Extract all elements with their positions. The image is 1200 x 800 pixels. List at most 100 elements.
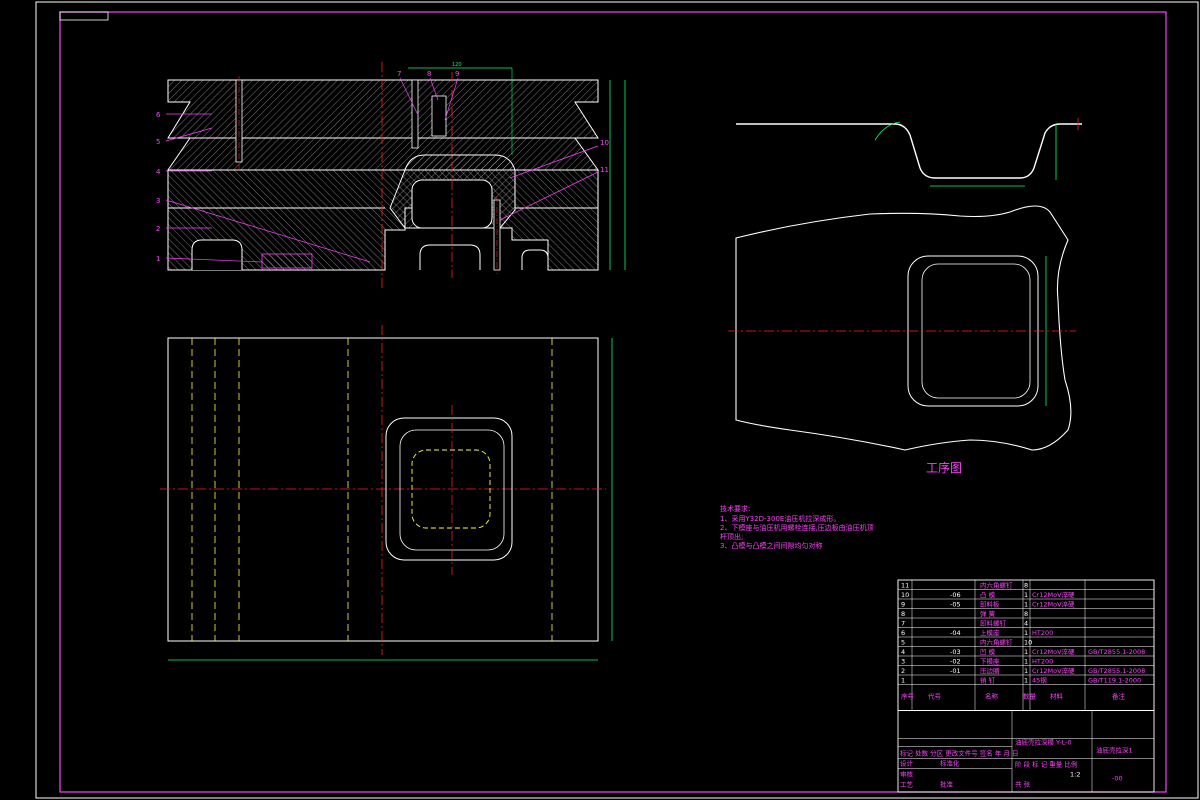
sheet: 共 张 [1015,780,1031,789]
bom-material: Cr12MoV淬硬 [1032,666,1075,675]
bom-header-note: 备注 [1112,692,1126,701]
tech-line-4: 3、凸模与凸模之间间隙均匀对称 [720,541,822,550]
bom-name: 压边圈 [980,667,1000,675]
bom-no: 8 [901,610,905,618]
drawing-no: -00 [1112,775,1123,783]
bom-header-name: 名称 [985,692,999,701]
bom-header-code: 代号 [928,692,942,701]
bom-material: HT200 [1032,658,1053,666]
bom-no: 10 [901,591,909,599]
bom-qty: 1 [1024,658,1028,666]
bom-code: -06 [950,591,961,599]
std-label: 标准化 [940,759,960,768]
bom-qty: 1 [1024,667,1028,675]
bom-code: -01 [950,667,961,675]
profile-curve [736,123,1082,179]
bom-no: 11 [901,582,909,590]
bom-no: 3 [901,658,905,666]
bom-qty: 1 [1024,677,1028,685]
bom-code: -03 [950,648,961,656]
tech-title: 技术要求: [720,504,750,513]
label-2: 2 [156,225,160,233]
blank-outline [735,205,1072,451]
bom-material: Cr12MoV淬硬 [1032,647,1075,656]
bom-material: 45钢 [1032,677,1047,685]
cad-drawing-canvas: 120 6 5 4 3 2 1 7 8 9 10 11 工序图 技术要求: 1、… [35,1,1199,799]
bom-code: -05 [950,601,961,609]
tech-line-2: 2、下模座与油压机用螺栓连接,压边板由油压机顶 [720,523,874,532]
bom-note: GB/T2855.1-2008 [1088,648,1145,656]
scale: 1:2 [1070,771,1080,779]
bom-name: 卸料板 [980,600,1000,609]
drawing-title: 油底壳拉深1 [1096,746,1133,755]
bom-qty: 4 [1024,620,1028,628]
review-label: 审核 [900,770,914,779]
bom-code: -04 [950,629,961,637]
label-6: 6 [156,111,161,119]
design-label: 设计 [900,759,914,768]
bom-header-no: 序号 [901,692,915,701]
pin-block [261,253,313,269]
bom-name: 内六角螺钉 [980,581,1013,590]
bom-no: 2 [901,667,905,675]
bom-name: 弹 簧 [980,609,996,618]
dim-top: 120 [452,62,462,68]
bom-name: 凹 模 [980,647,996,656]
bom-qty: 10 [1024,639,1032,647]
drawing-name: 油底壳拉深模 Y-L-0 [1015,738,1072,747]
tech-line-1: 1、采用Y32D-300E油压机拉深成形。 [720,514,840,523]
label-9: 9 [455,70,459,78]
title-block: 11 内六角螺钉 810 -06 凸 模 1 Cr12MoV淬硬9 -05 卸料板 1 Cr12Mo… [897,579,1155,793]
bom-qty: 8 [1024,582,1028,590]
label-1: 1 [156,255,160,263]
bom-name: 销 钉 [980,676,996,685]
bom-qty: 1 [1024,629,1028,637]
sign-row: 标记 处数 分区 更改文件号 签名 年 月 日 [900,749,1018,758]
bom-name: 卸料螺钉 [980,619,1007,628]
label-4: 4 [156,168,161,176]
approve-label: 批准 [940,780,954,789]
bom-header-qty: 数量 [1023,692,1037,701]
bom-name: 凸 模 [980,590,996,599]
bom-material: Cr12MoV淬硬 [1032,590,1075,599]
label-11: 11 [600,166,609,174]
bom-no: 1 [901,677,905,685]
bom-no: 6 [901,629,905,637]
stage-row: 阶 段 标 记 重量 比例 [1015,760,1077,769]
bom-code: -02 [950,658,961,666]
tech-requirements: 技术要求: 1、采用Y32D-300E油压机拉深成形。 2、下模座与油压机用螺栓… [720,504,874,550]
lower-cutout-right [521,249,549,270]
label-8: 8 [427,70,431,78]
bom-no: 5 [901,639,905,647]
bom-no: 9 [901,601,905,609]
label-5: 5 [156,138,160,146]
corner-code-box [59,11,109,21]
label-7: 7 [397,70,401,78]
bom-qty: 1 [1024,648,1028,656]
bom-name: 内六角螺钉 [980,638,1013,647]
bom-no: 4 [901,648,905,656]
plan-view [160,325,613,661]
label-3: 3 [156,197,160,205]
lower-cutout-mid [419,244,481,270]
lower-cutout-left [191,239,243,270]
bom-qty: 8 [1024,610,1028,618]
tech-line-3: 杆顶出; [720,532,743,541]
part-profile [736,118,1082,187]
bom-material: HT200 [1032,629,1053,637]
plan-outline [167,337,599,642]
section-view: 120 6 5 4 3 2 1 7 8 9 10 11 [156,62,626,288]
bom-material: Cr12MoV淬硬 [1032,600,1075,609]
bom-note: GB/T119.1-2000 [1088,677,1141,685]
bom-header-material: 材料 [1050,692,1064,701]
upper-die-block [167,79,599,171]
bom-name: 上模座 [980,628,1000,637]
bom-no: 7 [901,620,905,628]
label-10: 10 [600,139,609,147]
bom-name: 下模座 [980,657,1000,666]
bom-note: GB/T2855.1-2008 [1088,667,1145,675]
bom-qty: 1 [1024,591,1028,599]
blank-view: 工序图 [728,205,1076,475]
craft-label: 工艺 [900,781,914,789]
process-caption: 工序图 [926,460,962,475]
